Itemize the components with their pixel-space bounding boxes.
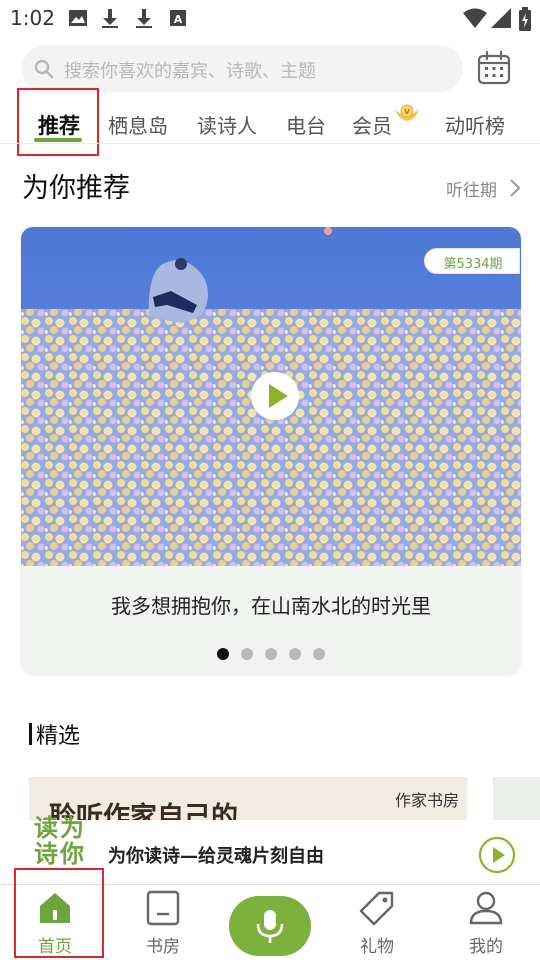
- download-icon: [136, 9, 152, 28]
- carousel-dot[interactable]: [241, 648, 253, 660]
- section-marker: [29, 723, 32, 745]
- battery-icon: [519, 7, 531, 31]
- calendar-icon[interactable]: [476, 50, 512, 86]
- nav-study-label: 书房: [146, 937, 180, 957]
- nav-gifts-label: 礼物: [360, 937, 394, 957]
- episode-caption: 我多想拥抱你，在山南水北的时光里: [111, 594, 431, 618]
- carousel-dot[interactable]: [289, 648, 301, 660]
- profile-icon: [469, 891, 503, 925]
- image-icon: [69, 10, 87, 26]
- status-time: 1:02: [10, 6, 55, 30]
- mini-player-title[interactable]: 为你读诗—给灵魂片刻自由: [108, 842, 324, 868]
- download-icon: [102, 9, 118, 28]
- search-input[interactable]: 搜索你喜欢的嘉宾、诗歌、主题: [22, 45, 463, 92]
- tab-chart[interactable]: 动听榜: [445, 110, 505, 139]
- signal-icon: [491, 8, 511, 28]
- tabs-divider: [0, 143, 540, 144]
- record-button[interactable]: [229, 896, 311, 956]
- carousel-dot[interactable]: [313, 648, 325, 660]
- status-bar: 1:02 A: [0, 0, 540, 38]
- highlight-box-recommend-tab: [17, 88, 99, 156]
- selection-card[interactable]: 聆听作家自己的 作家书房: [29, 777, 467, 821]
- issue-badge: 第5334期: [424, 248, 520, 274]
- tab-poetry-readers[interactable]: 读诗人: [197, 110, 257, 139]
- book-icon: [146, 890, 180, 926]
- selection-card-logo: 作家书房: [395, 791, 460, 810]
- svg-text:V: V: [404, 108, 410, 116]
- nav-gifts[interactable]: 礼物: [332, 888, 422, 958]
- search-icon: [34, 59, 54, 79]
- vip-badge-icon: V: [395, 104, 419, 121]
- tab-membership[interactable]: 会员: [352, 110, 392, 139]
- chevron-right-icon[interactable]: [508, 178, 522, 198]
- play-icon[interactable]: [250, 371, 300, 421]
- mic-icon: [256, 910, 284, 943]
- tag-icon: [359, 891, 394, 926]
- recommend-section-title: 为你推荐: [22, 173, 130, 204]
- issue-number: 第5334期: [443, 257, 503, 272]
- carousel-dot[interactable]: [265, 648, 277, 660]
- selection-card[interactable]: [493, 777, 540, 821]
- carousel-dot-active[interactable]: [217, 648, 229, 660]
- nav-profile[interactable]: 我的: [441, 888, 531, 958]
- svg-text:A: A: [174, 13, 183, 26]
- nav-study[interactable]: 书房: [118, 888, 208, 958]
- tab-habitat-island[interactable]: 栖息岛: [108, 110, 168, 139]
- mini-player-play-icon[interactable]: [478, 836, 516, 874]
- wifi-icon: [463, 8, 487, 28]
- search-placeholder: 搜索你喜欢的嘉宾、诗歌、主题: [64, 61, 316, 82]
- selection-section-title: 精选: [36, 724, 81, 749]
- history-link[interactable]: 听往期: [446, 176, 497, 201]
- nav-profile-label: 我的: [469, 937, 503, 957]
- app-logo: 读为诗你: [34, 813, 86, 868]
- tab-radio[interactable]: 电台: [286, 110, 326, 139]
- text-icon: A: [170, 10, 186, 26]
- highlight-box-home: [14, 868, 104, 958]
